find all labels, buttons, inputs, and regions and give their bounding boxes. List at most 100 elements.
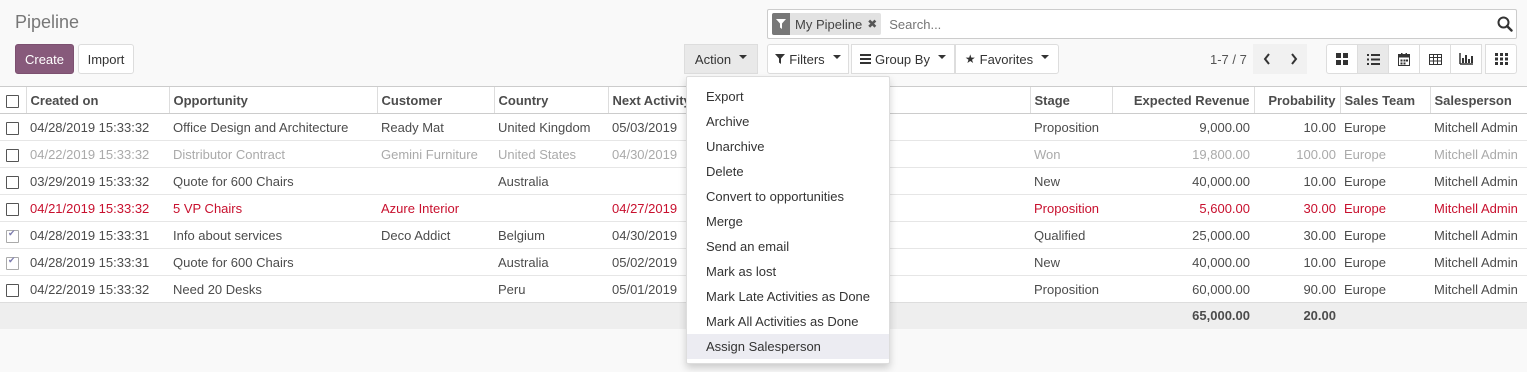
cell-created-on[interactable]: 04/28/2019 15:33:31 bbox=[26, 221, 169, 249]
row-select-cell[interactable] bbox=[0, 221, 26, 249]
row-select-cell[interactable] bbox=[0, 275, 26, 303]
cell-opportunity[interactable]: Info about services bbox=[169, 221, 377, 249]
view-kanban-button[interactable] bbox=[1326, 44, 1358, 74]
column-stage[interactable]: Stage bbox=[1029, 86, 1112, 114]
filters-button[interactable]: Filters bbox=[767, 44, 849, 74]
cell-probability[interactable]: 10.00 bbox=[1254, 167, 1340, 195]
cell-sales-team[interactable]: Europe bbox=[1340, 248, 1430, 276]
cell-probability[interactable]: 10.00 bbox=[1254, 113, 1340, 141]
cell-expected-revenue[interactable]: 5,600.00 bbox=[1112, 194, 1254, 222]
cell-sales-team[interactable]: Europe bbox=[1340, 275, 1430, 303]
row-checkbox[interactable] bbox=[6, 148, 19, 162]
cell-created-on[interactable]: 04/22/2019 15:33:32 bbox=[26, 275, 169, 303]
cell-created-on[interactable]: 04/22/2019 15:33:32 bbox=[26, 140, 169, 168]
select-all-checkbox[interactable] bbox=[6, 94, 19, 108]
cell-customer[interactable]: Gemini Furniture bbox=[377, 140, 494, 168]
cell-stage[interactable]: Proposition bbox=[1030, 275, 1112, 303]
column-sales-team[interactable]: Sales Team bbox=[1339, 86, 1430, 114]
create-button[interactable]: Create bbox=[15, 44, 74, 74]
row-checkbox[interactable] bbox=[6, 228, 19, 243]
cell-probability[interactable]: 30.00 bbox=[1254, 221, 1340, 249]
menu-item-send-an-email[interactable]: Send an email bbox=[687, 234, 889, 259]
column-created-on[interactable]: Created on bbox=[25, 86, 169, 114]
cell-customer[interactable]: Azure Interior bbox=[377, 194, 494, 222]
menu-item-merge[interactable]: Merge bbox=[687, 209, 889, 234]
favorites-button[interactable]: ★ Favorites bbox=[955, 44, 1059, 74]
cell-probability[interactable]: 90.00 bbox=[1254, 275, 1340, 303]
row-checkbox[interactable] bbox=[6, 175, 19, 189]
menu-item-delete[interactable]: Delete bbox=[687, 159, 889, 184]
cell-sales-team[interactable]: Europe bbox=[1340, 113, 1430, 141]
cell-probability[interactable]: 100.00 bbox=[1254, 140, 1340, 168]
cell-expected-revenue[interactable]: 9,000.00 bbox=[1112, 113, 1254, 141]
column-opportunity[interactable]: Opportunity bbox=[168, 86, 377, 114]
cell-probability[interactable]: 30.00 bbox=[1254, 194, 1340, 222]
column-customer[interactable]: Customer bbox=[376, 86, 494, 114]
cell-salesperson[interactable]: Mitchell Admin bbox=[1430, 167, 1527, 195]
cell-probability[interactable]: 10.00 bbox=[1254, 248, 1340, 276]
menu-item-unarchive[interactable]: Unarchive bbox=[687, 134, 889, 159]
menu-item-mark-all-activities-as-done[interactable]: Mark All Activities as Done bbox=[687, 309, 889, 334]
cell-country[interactable]: United States bbox=[494, 140, 608, 168]
import-button[interactable]: Import bbox=[78, 44, 134, 74]
cell-stage[interactable]: New bbox=[1030, 167, 1112, 195]
menu-item-convert-to-opportunities[interactable]: Convert to opportunities bbox=[687, 184, 889, 209]
cell-created-on[interactable]: 04/21/2019 15:33:32 bbox=[26, 194, 169, 222]
cell-country[interactable]: Peru bbox=[494, 275, 608, 303]
column-salesperson[interactable]: Salesperson bbox=[1429, 86, 1527, 114]
cell-country[interactable]: Australia bbox=[494, 248, 608, 276]
cell-country[interactable]: Australia bbox=[494, 167, 608, 195]
cell-country[interactable] bbox=[494, 194, 608, 222]
menu-item-mark-late-activities-as-done[interactable]: Mark Late Activities as Done bbox=[687, 284, 889, 309]
action-dropdown-button[interactable]: Action bbox=[684, 44, 758, 74]
column-expected-revenue[interactable]: Expected Revenue bbox=[1111, 86, 1254, 114]
cell-sales-team[interactable]: Europe bbox=[1340, 194, 1430, 222]
cell-salesperson[interactable]: Mitchell Admin bbox=[1430, 194, 1527, 222]
search-input[interactable] bbox=[887, 12, 1516, 36]
row-select-cell[interactable] bbox=[0, 140, 26, 168]
cell-expected-revenue[interactable]: 60,000.00 bbox=[1112, 275, 1254, 303]
cell-salesperson[interactable]: Mitchell Admin bbox=[1430, 248, 1527, 276]
cell-sales-team[interactable]: Europe bbox=[1340, 140, 1430, 168]
cell-expected-revenue[interactable]: 25,000.00 bbox=[1112, 221, 1254, 249]
cell-country[interactable]: Belgium bbox=[494, 221, 608, 249]
cell-customer[interactable]: Deco Addict bbox=[377, 221, 494, 249]
cell-country[interactable]: United Kingdom bbox=[494, 113, 608, 141]
pager-value[interactable]: 1-7 / 7 bbox=[1210, 52, 1247, 67]
menu-item-export[interactable]: Export bbox=[687, 84, 889, 109]
search-icon[interactable] bbox=[1497, 16, 1513, 35]
cell-customer[interactable] bbox=[377, 275, 494, 303]
row-checkbox[interactable] bbox=[6, 283, 19, 297]
view-pivot-button[interactable] bbox=[1419, 44, 1451, 74]
view-list-button[interactable] bbox=[1357, 44, 1389, 74]
cell-opportunity[interactable]: Distributor Contract bbox=[169, 140, 377, 168]
cell-salesperson[interactable]: Mitchell Admin bbox=[1430, 113, 1527, 141]
cell-opportunity[interactable]: Office Design and Architecture bbox=[169, 113, 377, 141]
cell-customer[interactable]: Ready Mat bbox=[377, 113, 494, 141]
pager-previous-button[interactable] bbox=[1253, 44, 1280, 74]
row-checkbox[interactable] bbox=[6, 121, 19, 135]
menu-item-archive[interactable]: Archive bbox=[687, 109, 889, 134]
cell-salesperson[interactable]: Mitchell Admin bbox=[1430, 275, 1527, 303]
pager-next-button[interactable] bbox=[1280, 44, 1307, 74]
cell-created-on[interactable]: 04/28/2019 15:33:31 bbox=[26, 248, 169, 276]
view-calendar-button[interactable] bbox=[1388, 44, 1420, 74]
row-select-cell[interactable] bbox=[0, 194, 26, 222]
cell-salesperson[interactable]: Mitchell Admin bbox=[1430, 140, 1527, 168]
cell-customer[interactable] bbox=[377, 248, 494, 276]
row-checkbox[interactable] bbox=[6, 255, 19, 270]
row-select-cell[interactable] bbox=[0, 167, 26, 195]
group-by-button[interactable]: Group By bbox=[851, 44, 955, 74]
menu-item-mark-as-lost[interactable]: Mark as lost bbox=[687, 259, 889, 284]
cell-expected-revenue[interactable]: 19,800.00 bbox=[1112, 140, 1254, 168]
cell-sales-team[interactable]: Europe bbox=[1340, 221, 1430, 249]
select-all-cell[interactable] bbox=[0, 86, 26, 114]
row-select-cell[interactable] bbox=[0, 248, 26, 276]
cell-expected-revenue[interactable]: 40,000.00 bbox=[1112, 248, 1254, 276]
cell-opportunity[interactable]: Need 20 Desks bbox=[169, 275, 377, 303]
cell-stage[interactable]: Proposition bbox=[1030, 194, 1112, 222]
cell-opportunity[interactable]: 5 VP Chairs bbox=[169, 194, 377, 222]
view-graph-button[interactable] bbox=[1450, 44, 1482, 74]
cell-stage[interactable]: Proposition bbox=[1030, 113, 1112, 141]
cell-opportunity[interactable]: Quote for 600 Chairs bbox=[169, 167, 377, 195]
